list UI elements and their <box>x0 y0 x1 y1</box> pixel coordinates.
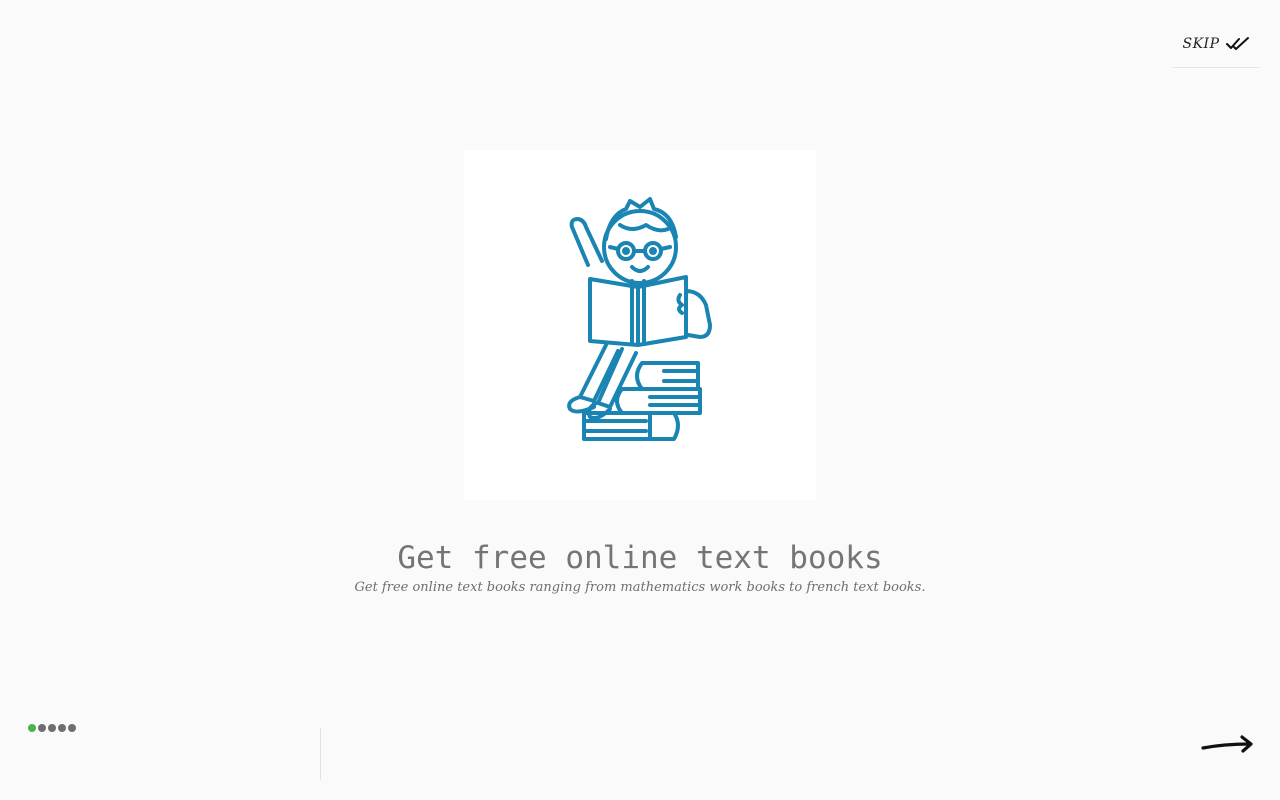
slide-title: Get free online text books <box>397 540 883 576</box>
child-reading-books-illustration <box>567 197 712 441</box>
double-check-icon <box>1225 36 1250 52</box>
page-dot-5[interactable] <box>68 724 76 732</box>
arrow-right-icon <box>1201 735 1253 753</box>
next-button[interactable] <box>1198 728 1258 760</box>
page-dot-2[interactable] <box>38 724 46 732</box>
page-dot-3[interactable] <box>48 724 56 732</box>
page-dot-4[interactable] <box>58 724 66 732</box>
illustration-card <box>464 150 816 500</box>
slide-subtitle: Get free online text books ranging from … <box>354 580 926 595</box>
page-indicator <box>28 724 76 732</box>
bottom-bar <box>320 728 1280 780</box>
skip-label: SKIP <box>1182 35 1220 52</box>
page-dot-1[interactable] <box>28 724 36 732</box>
onboarding-screen: SKIP Get free online text books Get free… <box>0 0 1280 800</box>
skip-button[interactable]: SKIP <box>1172 20 1260 68</box>
